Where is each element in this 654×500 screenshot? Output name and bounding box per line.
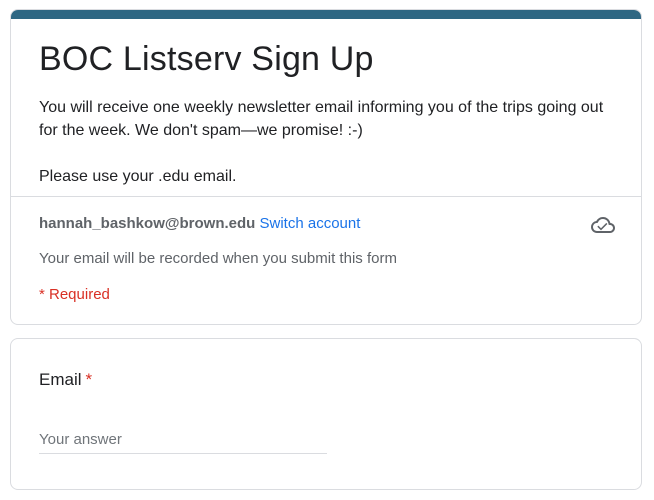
form-title: BOC Listserv Sign Up: [39, 40, 374, 78]
description-line: You will receive one weekly newsletter e…: [39, 99, 604, 116]
email-question-label: Email *: [39, 370, 92, 390]
question-title: Email: [39, 370, 82, 389]
form-description: You will receive one weekly newsletter e…: [39, 96, 619, 188]
header-divider: [11, 196, 641, 197]
account-email: hannah_bashkow@brown.edu: [39, 215, 256, 232]
required-note: * Required: [39, 286, 110, 303]
description-line: Please use your .edu email.: [39, 168, 237, 185]
account-row: hannah_bashkow@brown.edu Switch account: [39, 214, 360, 234]
description-blank-line: [39, 142, 619, 165]
email-question-card: Email *: [10, 338, 642, 490]
description-line: for the week. We don't spam—we promise! …: [39, 122, 363, 139]
cloud-check-icon[interactable]: [591, 213, 615, 237]
form-header-card: BOC Listserv Sign Up You will receive on…: [10, 9, 642, 325]
email-record-note: Your email will be recorded when you sub…: [39, 250, 397, 267]
email-answer-input[interactable]: [39, 425, 327, 454]
required-asterisk: *: [85, 370, 93, 389]
form-accent-bar: [11, 10, 641, 19]
switch-account-link[interactable]: Switch account: [260, 215, 361, 232]
